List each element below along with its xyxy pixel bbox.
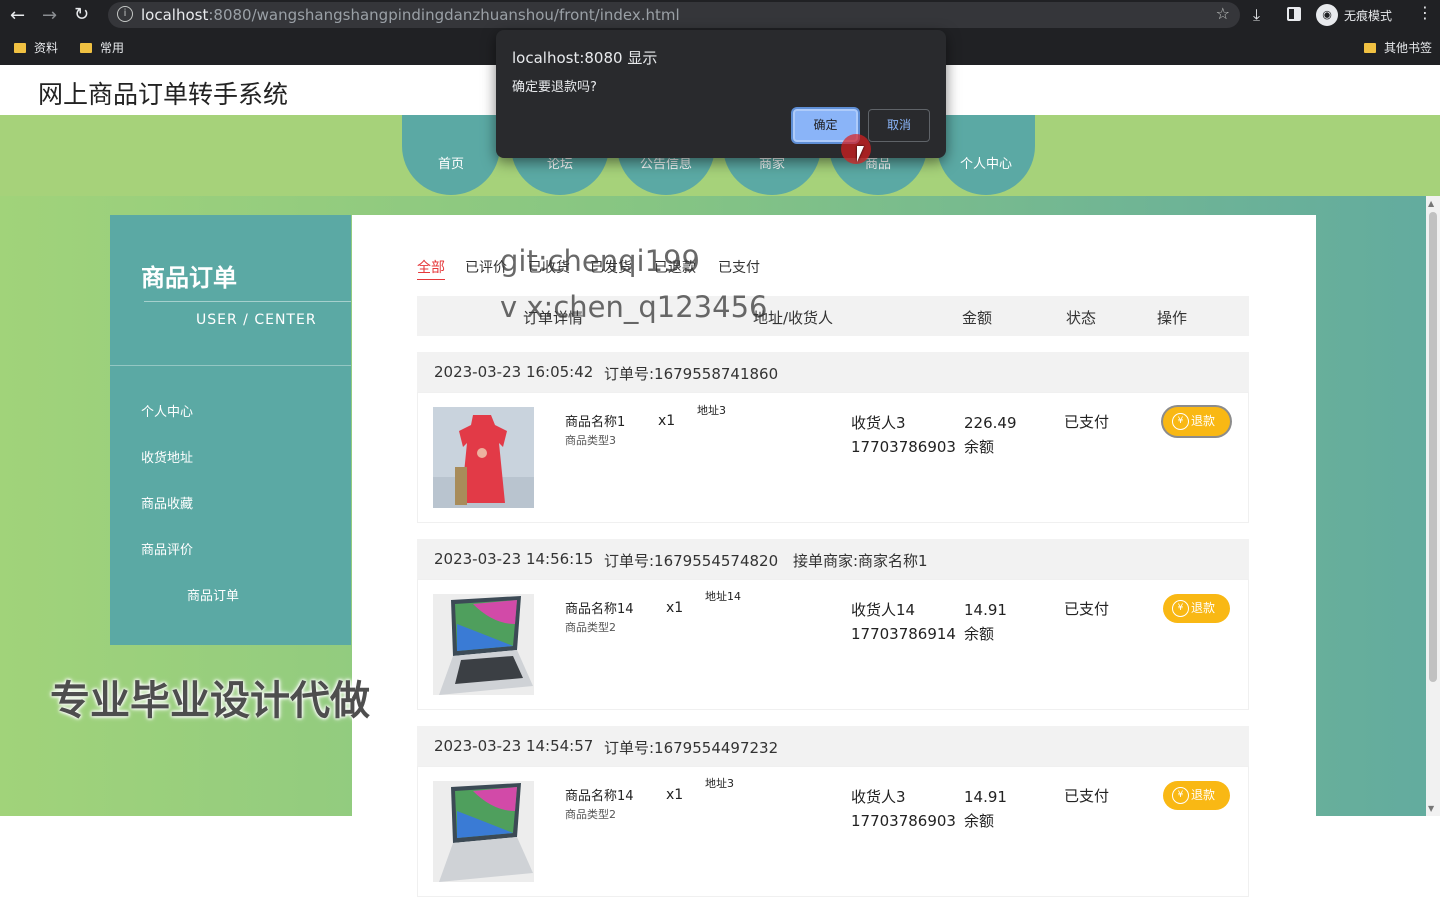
refund-button[interactable]: ¥ 退款 [1163,407,1230,436]
order-header: 2023-03-23 14:56:15 订单号:1679554574820 接单… [417,539,1249,579]
mouse-cursor-icon [857,146,864,162]
watermark-text: 专业毕业设计代做 [50,678,370,724]
order-number: 订单号:1679554497232 [604,739,779,757]
tab-all[interactable]: 全部 [417,257,445,280]
sidebar-item-reviews[interactable]: 商品评价 [141,539,193,558]
side-panel-icon[interactable] [1287,7,1301,21]
divider [144,301,351,302]
col-status: 状态 [1066,309,1097,327]
status-text: 已支付 [1064,787,1110,805]
order-row: 商品名称14 商品类型2 x1 地址14 收货人14 17703786914 14… [417,579,1249,710]
status-text: 已支付 [1064,413,1110,431]
order-row: 商品名称1 商品类型3 x1 地址3 收货人3 17703786903 226.4… [417,392,1249,523]
order-time: 2023-03-23 16:05:42 [434,363,594,381]
order-row: 商品名称14 商品类型2 x1 地址3 收货人3 17703786903 14.9… [417,766,1249,897]
refund-button[interactable]: ¥ 退款 [1163,594,1230,623]
product-qty: x1 [666,787,684,803]
order-time: 2023-03-23 14:54:57 [434,737,594,755]
sidebar-subtitle: USER / CENTER [196,312,317,328]
red-dress-icon[interactable] [433,407,534,508]
watermark-text: v x:chen_q123456 [500,290,768,324]
receiver-info: 收货人3 17703786903 [851,414,956,456]
download-icon[interactable]: ⤓ [1253,5,1271,24]
yen-icon: ¥ [1172,787,1189,804]
status-text: 已支付 [1064,600,1110,618]
yen-icon: ¥ [1172,600,1189,617]
sidebar-title: 商品订单 [141,264,237,292]
order-address: 地址3 [697,404,726,417]
product-qty: x1 [666,600,684,616]
folder-icon [1364,43,1376,53]
dialog-title: localhost:8080 显示 [512,49,658,67]
order-number: 订单号:1679558741860 [604,365,779,383]
order-merchant: 接单商家:商家名称1 [793,552,928,570]
bookmark-folder[interactable]: 资料 [14,39,58,55]
bookmark-folder[interactable]: 常用 [80,39,124,55]
receiver-info: 收货人14 17703786914 [851,601,956,643]
scroll-down-icon[interactable]: ▼ [1428,804,1434,813]
order-address: 地址3 [705,777,734,790]
order-header: 2023-03-23 16:05:42 订单号:1679558741860 [417,352,1249,392]
scrollbar-thumb[interactable] [1429,212,1437,682]
divider [110,365,351,366]
laptop-icon[interactable] [433,594,534,695]
orders-panel: 全部 已评价 已收货 已发货 已退款 已支付 订单详情 地址/收货人 金额 状态… [352,215,1316,897]
other-bookmarks[interactable]: 其他书签 [1364,39,1432,55]
user-sidebar: 商品订单 USER / CENTER 个人中心 收货地址 商品收藏 商品评价 商… [110,215,351,645]
incognito-icon[interactable]: ◉ [1316,4,1338,26]
product-qty: x1 [658,413,676,429]
product-name: 商品名称1 [565,415,626,430]
order-address: 地址14 [705,590,741,603]
product-type: 商品类型2 [565,621,616,634]
menu-dots-icon[interactable]: ⋮ [1417,3,1433,22]
sidebar-item-favorites[interactable]: 商品收藏 [141,493,193,512]
scroll-up-icon[interactable]: ▲ [1428,199,1434,208]
amount-info: 226.49 余额 [964,414,1017,456]
reload-icon[interactable]: ↻ [74,4,96,25]
yen-icon: ¥ [1172,413,1189,430]
site-title: 网上商品订单转手系统 [38,80,289,109]
sidebar-item-user-center[interactable]: 个人中心 [141,401,193,420]
folder-icon [14,43,26,53]
info-icon[interactable]: i [117,6,133,22]
col-action: 操作 [1157,309,1188,327]
sidebar-item-address[interactable]: 收货地址 [141,447,193,466]
watermark-text: git:chenqi199 [500,244,700,278]
product-name: 商品名称14 [565,789,634,804]
product-type: 商品类型2 [565,808,616,821]
incognito-label[interactable]: 无痕模式 [1344,7,1392,24]
url-text[interactable]: localhost:8080/wangshangshangpindingdanz… [141,6,680,24]
amount-info: 14.91 余额 [964,601,1007,643]
product-type: 商品类型3 [565,434,616,447]
confirm-dialog: localhost:8080 显示 确定要退款吗? 确定 取消 [496,30,946,158]
folder-icon [80,43,92,53]
order-time: 2023-03-23 14:56:15 [434,550,594,568]
col-amount: 金额 [962,309,993,327]
back-arrow-icon[interactable]: ← [10,5,32,26]
product-name: 商品名称14 [565,602,634,617]
sidebar-item-orders[interactable]: 商品订单 [187,585,239,604]
address-bar[interactable]: i localhost:8080/wangshangshangpindingda… [108,2,1240,28]
tab-paid[interactable]: 已支付 [718,257,760,277]
order-number: 订单号:1679554574820 [604,552,779,570]
refund-button[interactable]: ¥ 退款 [1163,781,1230,810]
order-header: 2023-03-23 14:54:57 订单号:1679554497232 [417,726,1249,766]
bookmark-star-icon[interactable]: ☆ [1216,4,1230,23]
forward-arrow-icon[interactable]: → [42,5,64,26]
amount-info: 14.91 余额 [964,788,1007,830]
laptop-icon[interactable] [433,781,534,882]
dialog-cancel-button[interactable]: 取消 [868,109,930,142]
receiver-info: 收货人3 17703786903 [851,788,956,830]
dialog-message: 确定要退款吗? [512,80,597,95]
click-indicator [841,134,871,164]
